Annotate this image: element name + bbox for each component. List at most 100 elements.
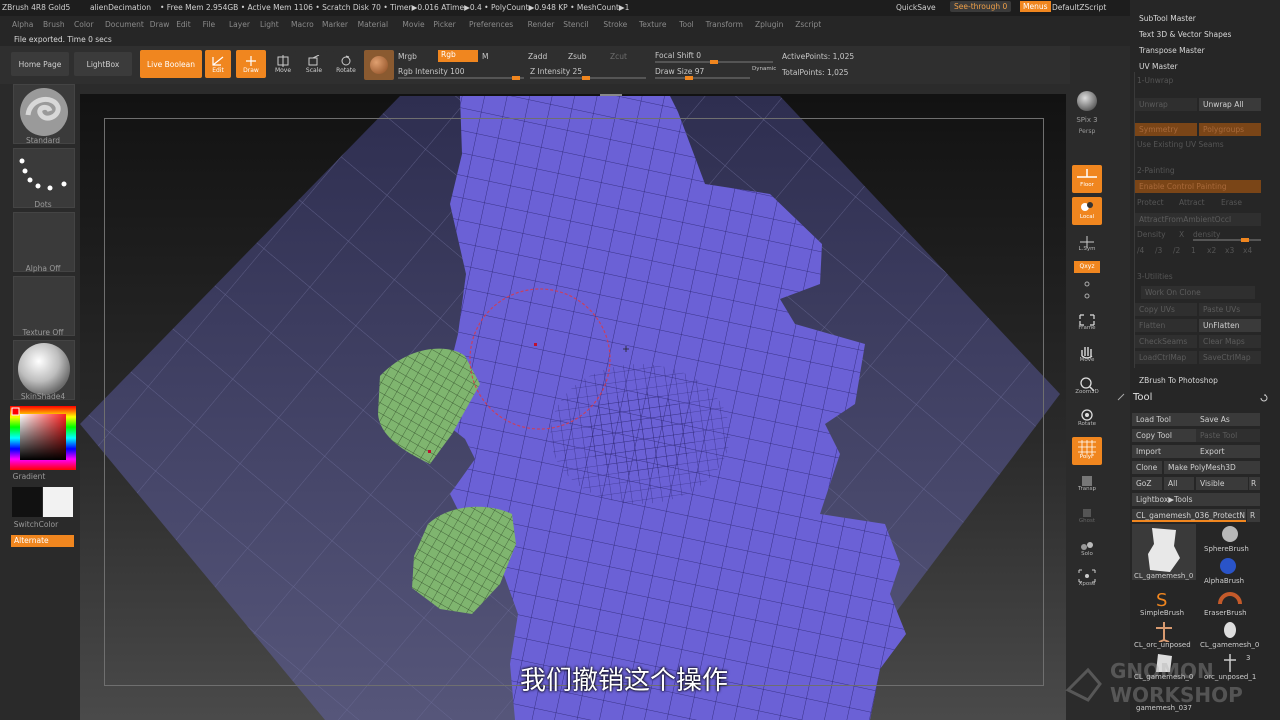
use-existing-seams-toggle[interactable]: Use Existing UV Seams — [1137, 140, 1224, 149]
menu-stencil[interactable]: Stencil — [563, 20, 588, 29]
density-x3[interactable]: x3 — [1225, 246, 1234, 255]
goz-button[interactable]: GoZ — [1132, 477, 1162, 490]
enable-control-painting-toggle[interactable]: Enable Control Painting — [1135, 180, 1261, 193]
menu-draw[interactable]: Draw — [150, 20, 170, 29]
unflatten-button[interactable]: UnFlatten — [1199, 319, 1261, 332]
flatten-button[interactable]: Flatten — [1135, 319, 1197, 332]
copy-tool-button[interactable]: Copy Tool — [1132, 429, 1196, 442]
menu-marker[interactable]: Marker — [322, 20, 348, 29]
text3d-item[interactable]: Text 3D & Vector Shapes — [1139, 30, 1231, 39]
menu-tool[interactable]: Tool — [679, 20, 694, 29]
refresh-icon[interactable] — [1259, 393, 1269, 403]
draw-button[interactable]: Draw — [236, 50, 266, 78]
menu-picker[interactable]: Picker — [433, 20, 455, 29]
attract-button[interactable]: Attract — [1179, 198, 1205, 207]
ghost-button[interactable]: Ghost — [1072, 504, 1102, 532]
uv-master-header[interactable]: UV Master — [1139, 62, 1178, 71]
see-through-slider[interactable]: See-through 0 — [950, 1, 1012, 12]
primary-color-swatch[interactable] — [12, 487, 42, 517]
menu-material[interactable]: Material — [358, 20, 388, 29]
density-div3[interactable]: /3 — [1155, 246, 1162, 255]
menu-zscript[interactable]: Zscript — [795, 20, 821, 29]
tool-palette-header[interactable]: Tool — [1117, 390, 1280, 406]
lsym-button[interactable]: L.Sym — [1072, 232, 1102, 260]
xyz-toggle[interactable]: Qxyz — [1074, 261, 1100, 273]
subtool-master-item[interactable]: SubTool Master — [1139, 14, 1196, 23]
tool-thumb-sphere-brush[interactable]: SphereBrush — [1200, 524, 1260, 556]
protect-button[interactable]: Protect — [1137, 198, 1164, 207]
export-button[interactable]: Export — [1196, 445, 1260, 458]
move-view-button[interactable]: Move — [1072, 342, 1102, 370]
rotate-button[interactable]: Rotate — [333, 50, 359, 78]
edit-button[interactable]: Edit — [205, 50, 231, 78]
draw-size-slider[interactable] — [655, 76, 750, 80]
menu-texture[interactable]: Texture — [639, 20, 666, 29]
menu-transform[interactable]: Transform — [706, 20, 743, 29]
vertical-scroll-handle[interactable] — [600, 94, 622, 96]
switch-color-button[interactable]: SwitchColor — [0, 520, 79, 529]
clone-button[interactable]: Clone — [1132, 461, 1162, 474]
density-div2[interactable]: /2 — [1173, 246, 1180, 255]
menu-color[interactable]: Color — [74, 20, 94, 29]
zadd-toggle[interactable]: Zadd — [528, 52, 547, 61]
menu-preferences[interactable]: Preferences — [469, 20, 513, 29]
tool-thumb-orc-unposed[interactable]: CL_orc_unposed — [1132, 620, 1196, 652]
secondary-color-swatch[interactable] — [43, 487, 73, 517]
import-button[interactable]: Import — [1132, 445, 1196, 458]
menu-stroke[interactable]: Stroke — [603, 20, 627, 29]
goz-visible-button[interactable]: Visible — [1196, 477, 1248, 490]
rgb-toggle[interactable]: Rgb — [438, 50, 478, 62]
lightbox-tools-button[interactable]: Lightbox▶Tools — [1132, 493, 1260, 506]
goz-all-button[interactable]: All — [1164, 477, 1194, 490]
zbrush-to-photoshop-item[interactable]: ZBrush To Photoshop — [1139, 376, 1218, 385]
lightbox-button[interactable]: LightBox — [74, 52, 132, 76]
spix-label[interactable]: SPix 3 — [1070, 116, 1104, 124]
unwrap-all-button[interactable]: Unwrap All — [1199, 98, 1261, 111]
y-axis-toggle[interactable] — [1072, 278, 1102, 306]
texture-selector[interactable] — [13, 276, 75, 336]
menu-macro[interactable]: Macro — [291, 20, 314, 29]
live-boolean-button[interactable]: Live Boolean — [140, 50, 202, 78]
density-x2[interactable]: x2 — [1207, 246, 1216, 255]
alpha-selector[interactable] — [13, 212, 75, 272]
menu-render[interactable]: Render — [528, 20, 555, 29]
xpose-button[interactable]: Xpose — [1072, 566, 1102, 594]
tool-thumb-gamemesh-2[interactable]: CL_gamemesh_0 — [1200, 620, 1260, 652]
current-tool-name[interactable]: CL_gamemesh_036_ProtectN — [1132, 509, 1246, 522]
erase-button[interactable]: Erase — [1221, 198, 1242, 207]
check-seams-button[interactable]: CheckSeams — [1135, 335, 1197, 348]
copy-uvs-button[interactable]: Copy UVs — [1135, 303, 1197, 316]
zcut-toggle[interactable]: Zcut — [610, 52, 627, 61]
unwrap-button[interactable]: Unwrap — [1135, 98, 1197, 111]
current-tool-r-button[interactable]: R — [1247, 509, 1260, 522]
menu-light[interactable]: Light — [260, 20, 279, 29]
paste-tool-button[interactable]: Paste Tool — [1196, 429, 1260, 442]
m-toggle[interactable]: M — [482, 52, 488, 61]
menu-brush[interactable]: Brush — [43, 20, 65, 29]
attract-from-ao-button[interactable]: AttractFromAmbientOccl — [1135, 213, 1261, 226]
work-on-clone-button[interactable]: Work On Clone — [1141, 286, 1255, 299]
stroke-selector[interactable] — [13, 148, 75, 208]
material-selector[interactable] — [13, 340, 75, 400]
make-polymesh-button[interactable]: Make PolyMesh3D — [1164, 461, 1260, 474]
menu-edit[interactable]: Edit — [176, 20, 191, 29]
menu-file[interactable]: File — [203, 20, 216, 29]
tool-thumb-current[interactable]: CL_gamemesh_0 — [1132, 524, 1196, 580]
density-x4[interactable]: x4 — [1243, 246, 1252, 255]
load-tool-button[interactable]: Load Tool — [1132, 413, 1196, 426]
menu-document[interactable]: Document — [105, 20, 144, 29]
bpr-button[interactable] — [1072, 88, 1102, 116]
polyframe-button[interactable]: PolyF — [1072, 437, 1102, 465]
focal-shift-slider[interactable] — [655, 60, 773, 64]
density-1[interactable]: 1 — [1191, 246, 1196, 255]
default-zscript-button[interactable]: DefaultZScript — [1052, 3, 1106, 12]
move-button[interactable]: Move — [270, 50, 296, 78]
brush-selector[interactable] — [13, 84, 75, 144]
menu-zplugin[interactable]: Zplugin — [755, 20, 783, 29]
rotate-view-button[interactable]: Rotate — [1072, 406, 1102, 434]
density-slider[interactable] — [1193, 238, 1261, 242]
rgb-intensity-slider[interactable] — [398, 76, 524, 80]
z-intensity-slider[interactable] — [530, 76, 646, 80]
menu-alpha[interactable]: Alpha — [12, 20, 33, 29]
goz-r-button[interactable]: R — [1249, 477, 1260, 490]
